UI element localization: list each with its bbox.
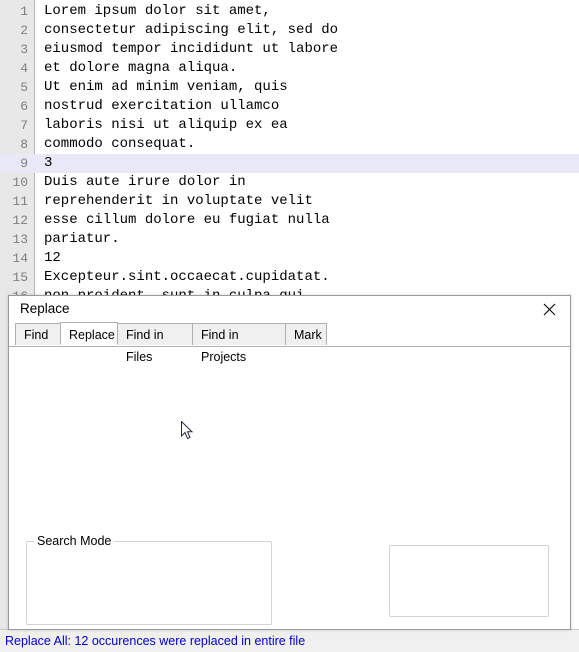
line-number: 10	[12, 175, 28, 190]
search-mode-title: Search Mode	[34, 534, 115, 548]
tab-mark[interactable]: Mark	[285, 323, 327, 345]
line-number: 3	[20, 42, 28, 57]
tab-label: Find in Projects	[201, 328, 247, 364]
line-number: 1	[20, 4, 28, 19]
line-text: 12	[44, 250, 61, 266]
code-line[interactable]: 14 12	[0, 249, 579, 268]
code-line[interactable]: 2 consectetur adipiscing elit, sed do	[0, 21, 579, 40]
tab-label: Replace	[69, 328, 115, 342]
line-number: 2	[20, 23, 28, 38]
status-message: Replace All: 12 occurences were replaced…	[5, 634, 306, 648]
tab-find-in-files[interactable]: Find in Files	[117, 323, 193, 364]
line-text: pariatur.	[44, 231, 120, 247]
status-bar: Replace All: 12 occurences were replaced…	[0, 629, 579, 652]
line-number: 6	[20, 99, 28, 114]
line-number: 12	[12, 213, 28, 228]
code-area[interactable]: 1 Lorem ipsum dolor sit amet, 2 consectetur…	[0, 2, 579, 344]
tab-find-in-projects[interactable]: Find in Projects	[192, 323, 286, 364]
line-number: 13	[12, 232, 28, 247]
tab-label: Mark	[294, 328, 322, 342]
line-number: 4	[20, 61, 28, 76]
line-text: Duis aute irure dolor in	[44, 174, 246, 190]
line-text: Ut enim ad minim veniam, quis	[44, 79, 288, 95]
dialog-title-bar[interactable]: Replace	[9, 296, 570, 324]
code-line[interactable]: 11 reprehenderit in voluptate velit	[0, 192, 579, 211]
line-number: 14	[12, 251, 28, 266]
line-text: reprehenderit in voluptate velit	[44, 193, 313, 209]
line-text: eiusmod tempor incididunt ut labore	[44, 41, 339, 57]
replace-dialog[interactable]: Replace Find Replace Find in Files Find in …	[8, 295, 571, 630]
dialog-title: Replace	[20, 301, 70, 316]
line-text: nostrud exercitation ullamco	[44, 98, 280, 114]
code-line[interactable]: 3 eiusmod tempor incididunt ut labore	[0, 40, 579, 59]
code-line[interactable]: 13 pariatur.	[0, 230, 579, 249]
code-line[interactable]: 8 commodo consequat.	[0, 135, 579, 154]
code-line[interactable]: 10 Duis aute irure dolor in	[0, 173, 579, 192]
tab-label: Find in Files	[126, 328, 164, 364]
code-line[interactable]: 4 et dolore magna aliqua.	[0, 59, 579, 78]
code-line[interactable]: 5 Ut enim ad minim veniam, quis	[0, 78, 579, 97]
line-number: 8	[20, 137, 28, 152]
tab-label: Find	[24, 328, 49, 342]
transparency-group	[389, 545, 549, 617]
line-text: Excepteur.sint.occaecat.cupidatat.	[44, 269, 330, 285]
code-line[interactable]: 6 nostrud exercitation ullamco	[0, 97, 579, 116]
tab-replace[interactable]: Replace	[60, 322, 118, 345]
code-line[interactable]: 15 Excepteur.sint.occaecat.cupidatat.	[0, 268, 579, 287]
line-text: consectetur adipiscing elit, sed do	[44, 22, 339, 38]
tab-find[interactable]: Find	[15, 323, 61, 345]
dialog-tabs[interactable]: Find Replace Find in Files Find in Projects…	[9, 322, 570, 364]
app-window: 1 Lorem ipsum dolor sit amet, 2 consectetur…	[0, 0, 579, 652]
line-text: laboris nisi ut aliquip ex ea	[44, 117, 288, 133]
line-number: 9	[20, 156, 28, 171]
code-line[interactable]: 1 Lorem ipsum dolor sit amet,	[0, 2, 579, 21]
line-number: 15	[12, 270, 28, 285]
line-number: 11	[12, 194, 28, 209]
line-number: 5	[20, 80, 28, 95]
mouse-cursor	[181, 420, 195, 446]
line-text: commodo consequat.	[44, 136, 196, 152]
close-icon[interactable]	[528, 296, 570, 323]
code-line[interactable]: 93	[0, 154, 579, 173]
line-text: esse cillum dolore eu fugiat nulla	[44, 212, 330, 228]
search-mode-group	[26, 541, 272, 625]
code-line[interactable]: 12 esse cillum dolore eu fugiat nulla	[0, 211, 579, 230]
line-number: 7	[20, 118, 28, 133]
line-text: Lorem ipsum dolor sit amet,	[44, 3, 271, 19]
line-text: 3	[44, 155, 53, 171]
line-text: et dolore magna aliqua.	[44, 60, 238, 76]
code-line[interactable]: 7 laboris nisi ut aliquip ex ea	[0, 116, 579, 135]
